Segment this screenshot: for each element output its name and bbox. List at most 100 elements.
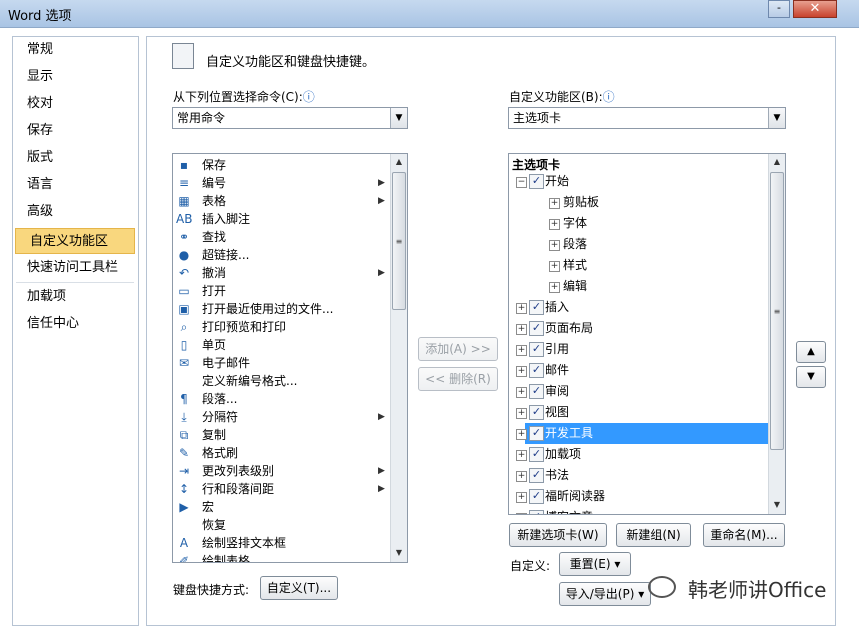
move-down-button[interactable]: ▼ [796,366,826,388]
checkbox[interactable]: ✓ [529,300,544,315]
tree-item[interactable]: + ✓ 福昕阅读器 [511,486,769,507]
tree-item[interactable]: + ✓ 插入 [511,297,769,318]
checkbox[interactable]: ✓ [529,363,544,378]
tree-item[interactable]: + ✓ 引用 [511,339,769,360]
command-item[interactable]: ⤓ 分隔符 ▶ [175,408,390,426]
checkbox[interactable]: ✓ [529,510,544,514]
checkbox[interactable]: ✓ [529,489,544,504]
nav-item[interactable]: 显示 [13,64,137,90]
checkbox[interactable]: ✓ [529,405,544,420]
command-item[interactable]: ✉ 电子邮件 [175,354,390,372]
expand-icon[interactable]: + [516,324,527,335]
minimize-button[interactable]: - [768,0,790,18]
tree-item[interactable]: +✓博客文章 [511,507,769,514]
tree-item[interactable]: + 段落 [511,234,769,255]
command-item[interactable]: ✎ 格式刷 [175,444,390,462]
expand-icon[interactable]: + [516,492,527,503]
command-item[interactable]: ▭ 打开 [175,282,390,300]
scroll-up-icon[interactable]: ▲ [769,154,785,170]
command-item[interactable]: ¶ 段落... [175,390,390,408]
scroll-down-icon[interactable]: ▼ [769,497,785,513]
tree-item[interactable]: + ✓ 审阅 [511,381,769,402]
command-item[interactable]: ▪ 保存 [175,156,390,174]
commands-scrollbar[interactable]: ▲ ≡ ▼ [390,154,407,562]
checkbox[interactable]: ✓ [529,342,544,357]
command-item[interactable]: 定义新编号格式... [175,372,390,390]
rename-button[interactable]: 重命名(M)... [703,523,785,547]
commands-list[interactable]: ▪ 保存 ≡ 编号 ▶ ▦ 表格 ▶ AB 插入脚注 ⚭ 查找 ● 超链接... ↶ 撤消 ▶ ▭ 打开 ▣ 打开最近使… [172,153,408,563]
nav-item[interactable]: 常规 [13,37,137,63]
collapse-icon[interactable]: − [516,177,527,188]
checkbox[interactable]: ✓ [529,447,544,462]
scroll-thumb[interactable]: ≡ [770,172,784,450]
tree-scrollbar[interactable]: ▲ ≡ ▼ [768,154,785,514]
choose-commands-select[interactable]: 常用命令 ▼ [172,107,408,129]
expand-icon[interactable]: + [516,303,527,314]
nav-item[interactable]: 自定义功能区 [15,228,135,254]
checkbox[interactable]: ✓ [529,321,544,336]
command-item[interactable]: ▦ 表格 ▶ [175,192,390,210]
tree-item-selected[interactable]: + ✓ 开发工具 [516,423,769,444]
expand-icon[interactable]: + [516,387,527,398]
nav-item[interactable]: 版式 [13,145,137,171]
tree-item[interactable]: + 字体 [511,213,769,234]
nav-item[interactable]: 高级 [13,199,137,225]
keyboard-customize-button[interactable]: 自定义(T)... [260,576,338,600]
tree-item[interactable]: + ✓ 视图 [511,402,769,423]
expand-icon[interactable]: + [516,513,527,514]
scroll-up-icon[interactable]: ▲ [391,154,407,170]
nav-item[interactable]: 信任中心 [13,311,137,337]
command-item[interactable]: ⧉ 复制 [175,426,390,444]
nav-item[interactable]: 保存 [13,118,137,144]
tree-item[interactable]: + 样式 [511,255,769,276]
command-item[interactable]: ⇥ 更改列表级别 ▶ [175,462,390,480]
command-item[interactable]: ≡ 编号 ▶ [175,174,390,192]
command-item[interactable]: ▶ 宏 [175,498,390,516]
expand-icon[interactable]: + [516,471,527,482]
tree-item[interactable]: + ✓ 书法 [511,465,769,486]
new-group-button[interactable]: 新建组(N) [616,523,691,547]
expand-icon[interactable]: + [549,282,560,293]
expand-icon[interactable]: + [516,450,527,461]
reset-button[interactable]: 重置(E) ▾ [559,552,631,576]
nav-item[interactable]: 语言 [13,172,137,198]
tree-item[interactable]: + 剪贴板 [511,192,769,213]
expand-icon[interactable]: + [516,345,527,356]
dropdown-arrow-icon[interactable]: ▼ [768,108,785,128]
nav-item[interactable]: 快速访问工具栏 [13,255,137,281]
command-item[interactable]: ▯ 单页 [175,336,390,354]
expand-icon[interactable]: + [549,219,560,230]
command-item[interactable]: AB 插入脚注 [175,210,390,228]
command-item[interactable]: A 绘制竖排文本框 [175,534,390,552]
checkbox[interactable]: ✓ [529,426,544,441]
close-button[interactable]: ✕ [793,0,837,18]
remove-button[interactable]: << 删除(R) [418,367,498,391]
dropdown-arrow-icon[interactable]: ▼ [390,108,407,128]
new-tab-button[interactable]: 新建选项卡(W) [509,523,607,547]
command-item[interactable]: ✐ 绘制表格 [175,552,390,562]
expand-icon[interactable]: + [549,198,560,209]
command-item[interactable]: ↕ 行和段落间距 ▶ [175,480,390,498]
scroll-thumb[interactable]: ≡ [392,172,406,310]
tree-item[interactable]: − ✓ 开始 [511,171,769,192]
command-item[interactable]: ⌕ 打印预览和打印 [175,318,390,336]
ribbon-tree[interactable]: 主选项卡 − ✓ 开始 + 剪贴板 + 字体 + 段落 + 样式 + 编辑 + ✓ 插入 + ✓ 页面布局 + ✓ 引用 +… [508,153,786,515]
import-export-button[interactable]: 导入/导出(P) ▾ [559,582,651,606]
command-item[interactable]: ↶ 撤消 ▶ [175,264,390,282]
expand-icon[interactable]: + [516,429,527,440]
command-item[interactable]: 恢复 [175,516,390,534]
expand-icon[interactable]: + [549,261,560,272]
move-up-button[interactable]: ▲ [796,341,826,363]
nav-item[interactable]: 校对 [13,91,137,117]
tree-item[interactable]: + ✓ 页面布局 [511,318,769,339]
checkbox[interactable]: ✓ [529,384,544,399]
nav-item[interactable]: 加载项 [13,284,137,310]
tree-item[interactable]: + 编辑 [511,276,769,297]
command-item[interactable]: ⚭ 查找 [175,228,390,246]
customize-ribbon-select[interactable]: 主选项卡 ▼ [508,107,786,129]
expand-icon[interactable]: + [516,366,527,377]
expand-icon[interactable]: + [549,240,560,251]
checkbox[interactable]: ✓ [529,468,544,483]
tree-item[interactable]: + ✓ 邮件 [511,360,769,381]
add-button[interactable]: 添加(A) >> [418,337,498,361]
